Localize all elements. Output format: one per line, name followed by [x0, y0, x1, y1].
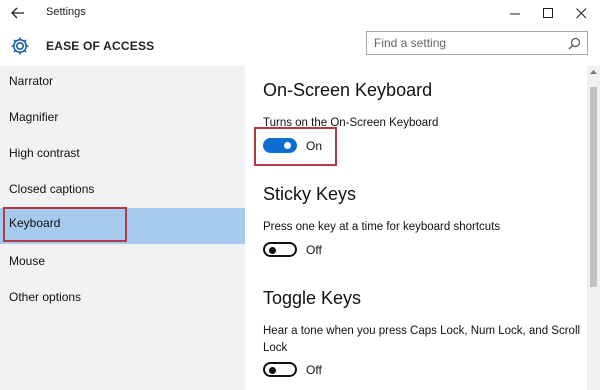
maximize-button[interactable]: [532, 0, 565, 26]
section-title: EASE OF ACCESS: [46, 39, 155, 53]
title-bar: Settings: [0, 0, 600, 26]
maximize-icon: [543, 8, 553, 18]
sidebar-item-mouse[interactable]: Mouse: [0, 246, 245, 282]
section-heading-on-screen-keyboard: On-Screen Keyboard: [263, 80, 433, 100]
sidebar-item-narrator[interactable]: Narrator: [0, 66, 245, 102]
gear-icon: [9, 35, 31, 57]
section-description: Hear a tone when you press Caps Lock, Nu…: [263, 325, 581, 354]
section-description: Press one key at a time for keyboard sho…: [263, 221, 501, 233]
section-heading-sticky-keys: Sticky Keys: [263, 184, 357, 204]
on-toggle-highlight-box: [254, 127, 337, 166]
close-icon: [576, 8, 587, 19]
sidebar-item-label: High contrast: [9, 146, 80, 160]
sidebar-item-high-contrast[interactable]: High contrast: [0, 138, 245, 174]
minimize-button[interactable]: [499, 0, 532, 26]
sticky-keys-toggle[interactable]: [263, 242, 297, 257]
section-heading-toggle-keys: Toggle Keys: [263, 288, 362, 308]
toggle-state-label: Off: [306, 363, 322, 377]
keyboard-highlight-box: [3, 207, 127, 242]
sidebar-item-closed-captions[interactable]: Closed captions: [0, 174, 245, 210]
scroll-up-arrow-icon[interactable]: [590, 69, 597, 75]
search-icon[interactable]: [568, 37, 581, 50]
toggle-knob: [269, 246, 276, 254]
sidebar-item-label: Closed captions: [9, 182, 95, 196]
minimize-icon: [510, 13, 520, 15]
page-header: EASE OF ACCESS: [0, 26, 600, 66]
sidebar-item-magnifier[interactable]: Magnifier: [0, 102, 245, 138]
toggle-keys-toggle[interactable]: [263, 362, 297, 377]
scrollbar[interactable]: [587, 66, 600, 390]
toggle-knob: [269, 366, 276, 374]
sidebar-item-other-options[interactable]: Other options: [0, 282, 245, 318]
search-box[interactable]: [366, 31, 588, 55]
close-button[interactable]: [565, 0, 598, 26]
window-title: Settings: [46, 6, 86, 18]
sidebar-item-label: Magnifier: [9, 110, 59, 124]
sidebar-item-label: Mouse: [9, 254, 46, 268]
search-input[interactable]: [374, 35, 554, 51]
sidebar-item-label: Other options: [9, 290, 82, 304]
back-arrow-icon[interactable]: [9, 4, 27, 22]
toggle-state-label: Off: [306, 243, 322, 257]
main-content: On-Screen Keyboard Turns on the On-Scree…: [245, 66, 587, 390]
sidebar-item-label: Narrator: [9, 74, 54, 88]
scrollbar-thumb[interactable]: [590, 87, 597, 287]
